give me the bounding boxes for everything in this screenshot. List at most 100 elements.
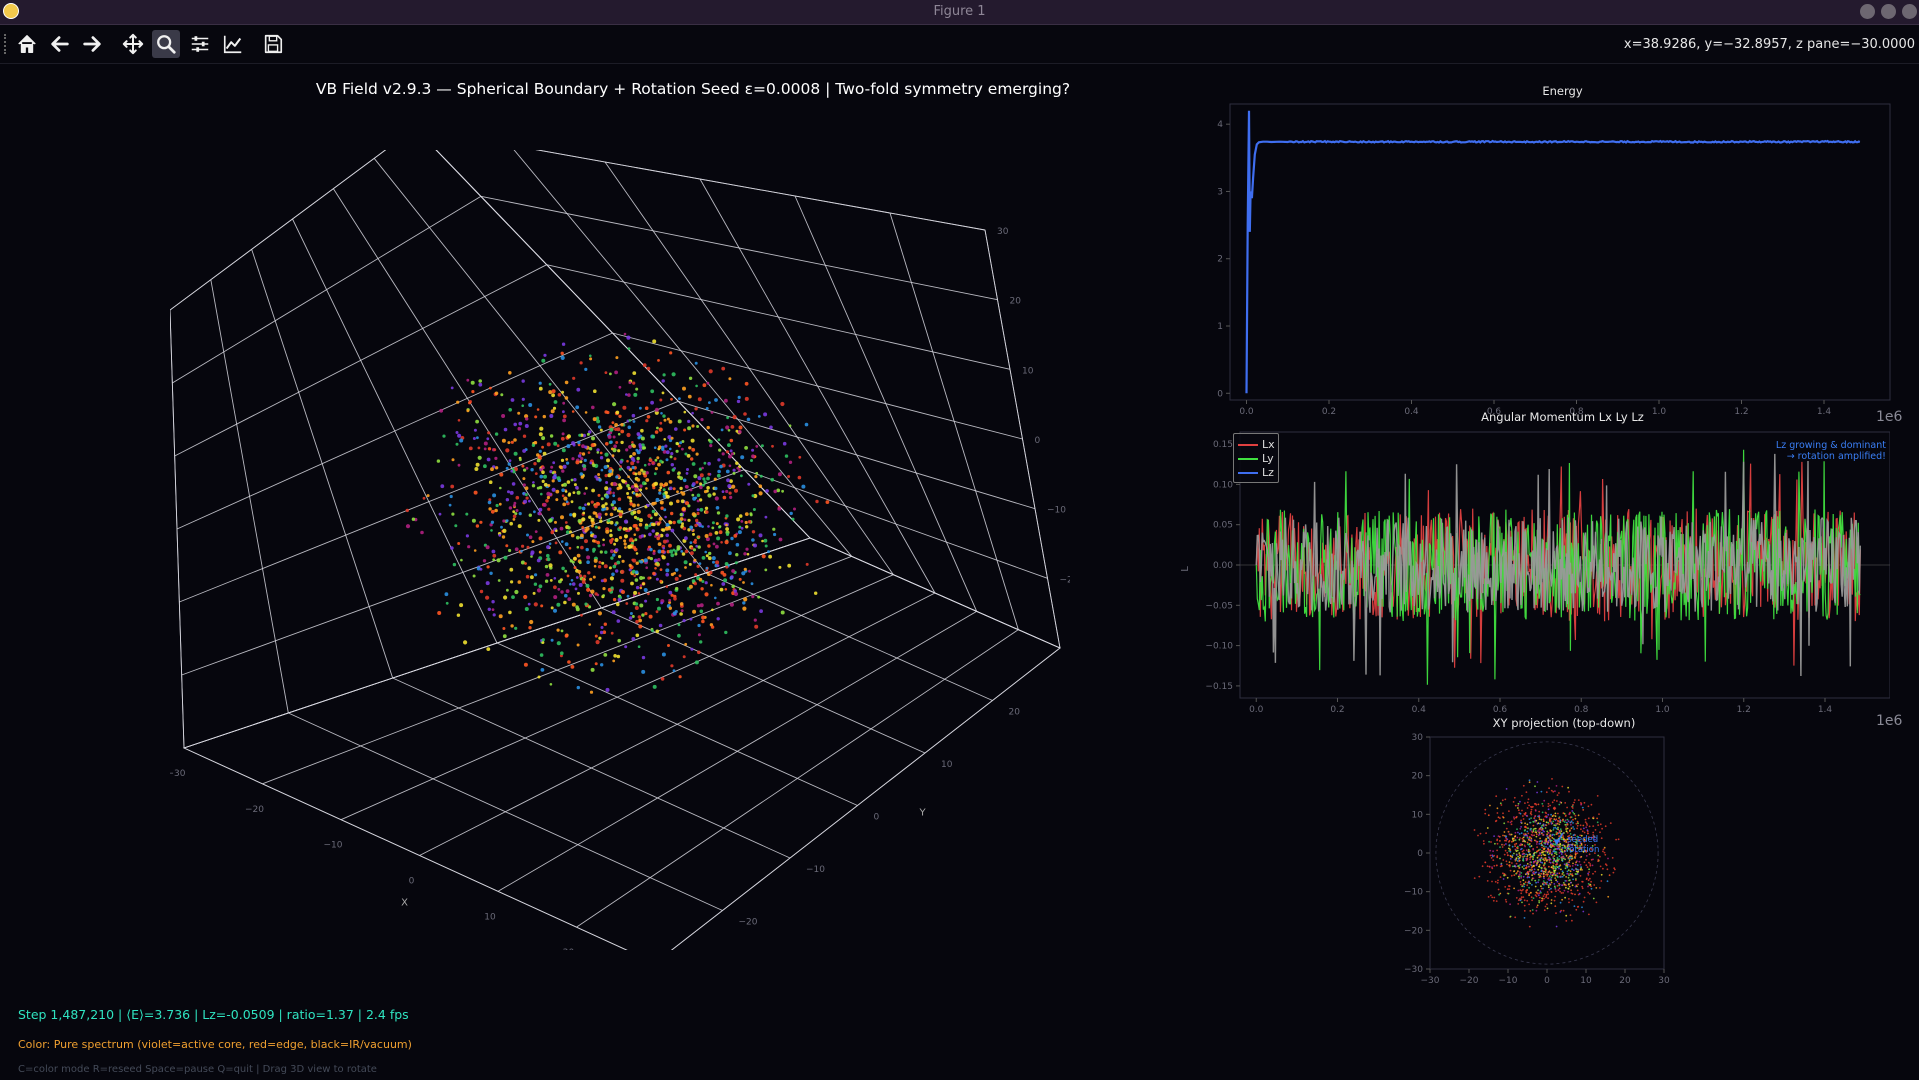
scatter-point [780, 401, 785, 407]
projection-point [1531, 868, 1533, 871]
maximize-button[interactable] [1881, 4, 1896, 19]
scatter-point [561, 448, 566, 453]
scatter-point [592, 539, 596, 543]
projection-point [1505, 835, 1508, 838]
projection-point [1556, 880, 1559, 883]
projection-point [1563, 889, 1566, 892]
scatter-point [626, 459, 629, 463]
scatter-point [531, 484, 536, 488]
pan-button[interactable] [119, 30, 147, 58]
projection-point [1587, 817, 1590, 820]
projection-point [1519, 800, 1521, 803]
scatter-point [679, 602, 684, 606]
scatter-point [680, 499, 685, 504]
scatter-point [503, 427, 508, 432]
toolbar-grip[interactable] [4, 34, 10, 54]
projection-point [1551, 834, 1554, 837]
scatter-point [749, 513, 753, 517]
scatter-point [666, 417, 670, 421]
scatter-point [600, 626, 604, 629]
scatter-point [503, 555, 508, 560]
projection-point [1526, 801, 1529, 804]
scatter-point [588, 623, 591, 626]
projection-point [1536, 781, 1539, 783]
projection-point [1479, 832, 1482, 835]
scatter-point [597, 611, 602, 616]
energy-chart[interactable]: 0.0 0.2 0.4 0.6 0.8 1.0 1.2 1.401234 [1190, 98, 1910, 428]
back-button[interactable] [46, 30, 74, 58]
projection-point [1540, 790, 1543, 793]
projection-point [1489, 804, 1491, 807]
projection-point [1543, 883, 1545, 886]
pane-2 [182, 537, 1061, 950]
projection-point [1546, 873, 1548, 875]
projection-point [1562, 857, 1565, 860]
scatter-point [452, 562, 457, 567]
projection-point [1523, 867, 1525, 870]
scatter-point [632, 452, 636, 456]
scatter-point [658, 623, 663, 628]
xy-projection-chart[interactable]: −30 −20 −10 0 10 20 30−30−20−100102030 [1390, 728, 1720, 1058]
scatter-point [570, 500, 574, 504]
scatter-point [667, 644, 670, 647]
projection-point [1542, 864, 1545, 867]
projection-point [1498, 835, 1501, 838]
projection-point [1513, 874, 1516, 876]
scatter-point [725, 469, 730, 474]
save-button[interactable] [259, 30, 287, 58]
scatter-point [604, 550, 608, 554]
scatter-point [712, 542, 716, 546]
scatter-point [610, 549, 614, 554]
projection-point [1577, 814, 1580, 817]
forward-button[interactable] [78, 30, 106, 58]
scatter-point [733, 534, 738, 538]
zoom-icon [157, 35, 176, 54]
y-tick-label: −10 [1404, 888, 1423, 898]
scatter-point [646, 415, 651, 419]
scatter-point [632, 459, 636, 463]
scatter-point [599, 519, 603, 523]
configure-subplots-button[interactable] [186, 30, 214, 58]
scatter-point [684, 642, 688, 646]
scatter-point [501, 535, 506, 539]
scatter-point [572, 512, 577, 517]
zoom-button[interactable] [152, 30, 180, 58]
edit-axes-button[interactable] [219, 30, 247, 58]
projection-point [1535, 864, 1538, 867]
scatter-point [699, 485, 703, 490]
projection-point [1581, 887, 1584, 890]
scatter-point [573, 483, 577, 487]
scatter-point [707, 461, 711, 466]
projection-point [1562, 871, 1565, 874]
projection-point [1490, 841, 1492, 843]
scatter-point [541, 445, 544, 449]
close-button[interactable] [1902, 4, 1917, 19]
home-button[interactable] [13, 30, 41, 58]
scatter-point [700, 418, 704, 422]
scatter-point [572, 560, 575, 564]
scatter-point [743, 567, 747, 571]
scatter-point [693, 474, 698, 479]
window-titlebar: Figure 1 [0, 0, 1919, 25]
x-tick-label: 20 [563, 948, 575, 950]
scatter-point [647, 462, 651, 466]
projection-point [1526, 871, 1529, 873]
projection-point [1607, 857, 1609, 860]
scatter-point [513, 501, 517, 505]
scatter-point [743, 552, 747, 556]
projection-point [1499, 846, 1501, 848]
projection-point [1489, 871, 1491, 874]
scatter-point [753, 543, 757, 548]
scatter-point [552, 461, 556, 465]
scatter-3d-plot[interactable]: −30−20−100102030−30−20−100102030−30−20−1… [170, 150, 1070, 950]
projection-point [1493, 865, 1496, 867]
projection-point [1535, 831, 1538, 834]
scatter-point [405, 524, 411, 529]
projection-point [1517, 807, 1519, 809]
scatter-point [579, 460, 583, 464]
scatter-point [660, 677, 665, 681]
projection-point [1538, 840, 1541, 843]
projection-point [1547, 840, 1550, 842]
minimize-button[interactable] [1860, 4, 1875, 19]
scatter-point [564, 542, 569, 547]
